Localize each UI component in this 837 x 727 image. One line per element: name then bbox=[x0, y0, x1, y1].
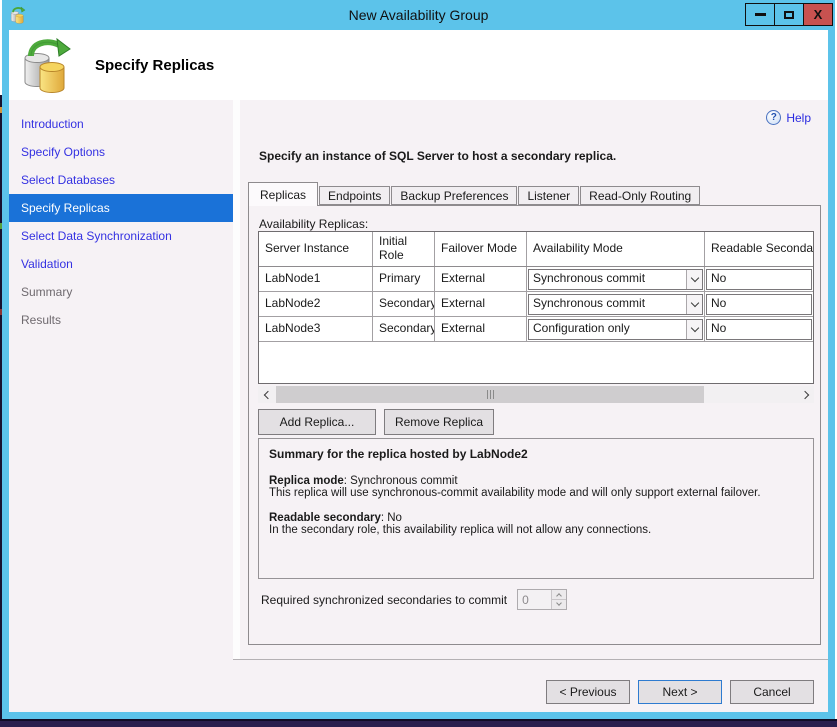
sidebar-item-specify-replicas[interactable]: Specify Replicas bbox=[9, 194, 233, 222]
tab-replicas[interactable]: Replicas bbox=[248, 182, 318, 206]
chevron-down-icon bbox=[556, 600, 562, 606]
cell-initial-role: Secondary bbox=[373, 317, 435, 341]
cell-server-instance: LabNode2 bbox=[259, 292, 373, 316]
chevron-left-icon bbox=[263, 390, 271, 398]
scroll-left-button[interactable] bbox=[258, 386, 275, 403]
replica-summary-box: Summary for the replica hosted by LabNod… bbox=[258, 438, 814, 579]
cell-initial-role: Secondary bbox=[373, 292, 435, 316]
wizard-header: Specify Replicas bbox=[9, 30, 828, 100]
spinner-down-button bbox=[552, 600, 566, 609]
page-title: Specify Replicas bbox=[95, 57, 214, 74]
tab-backup-preferences[interactable]: Backup Preferences bbox=[391, 186, 517, 205]
availability-mode-dropdown[interactable]: Synchronous commit bbox=[528, 269, 703, 290]
chevron-down-icon bbox=[686, 295, 702, 314]
close-button[interactable]: X bbox=[803, 3, 833, 26]
column-header-failover-mode[interactable]: Failover Mode bbox=[435, 232, 527, 266]
minimize-icon bbox=[755, 13, 766, 16]
availability-mode-dropdown[interactable]: Synchronous commit bbox=[528, 294, 703, 315]
availability-mode-dropdown[interactable]: Configuration only bbox=[528, 319, 703, 340]
readable-secondary-dropdown[interactable]: No bbox=[706, 269, 812, 290]
previous-button[interactable]: < Previous bbox=[546, 680, 630, 704]
scrollbar-thumb[interactable] bbox=[276, 386, 704, 403]
wizard-footer: < Previous Next > Cancel bbox=[9, 659, 828, 712]
content-area: ? Help Specify an instance of SQL Server… bbox=[240, 100, 828, 659]
table-row[interactable]: LabNode2 Secondary External Synchronous … bbox=[259, 292, 813, 317]
replica-mode-value: : Synchronous commit bbox=[344, 475, 458, 487]
sidebar-item-validation[interactable]: Validation bbox=[9, 250, 233, 278]
summary-heading: Summary for the replica hosted by LabNod… bbox=[269, 447, 803, 461]
sidebar-item-results: Results bbox=[9, 306, 233, 334]
commit-secondaries-spinner: 0 bbox=[517, 589, 567, 610]
add-replica-button[interactable]: Add Replica... bbox=[258, 409, 376, 435]
sidebar-item-summary: Summary bbox=[9, 278, 233, 306]
table-row[interactable]: LabNode3 Secondary External Configuratio… bbox=[259, 317, 813, 342]
sidebar-item-select-databases[interactable]: Select Databases bbox=[9, 166, 233, 194]
spinner-value: 0 bbox=[518, 590, 551, 609]
chevron-down-icon bbox=[686, 320, 702, 339]
replica-mode-description: This replica will use synchronous-commit… bbox=[269, 487, 803, 499]
availability-replicas-label: Availability Replicas: bbox=[259, 217, 368, 231]
help-icon: ? bbox=[766, 110, 781, 125]
chevron-down-icon bbox=[686, 270, 702, 289]
commit-secondaries-row: Required synchronized secondaries to com… bbox=[261, 589, 567, 610]
titlebar: New Availability Group X bbox=[2, 0, 835, 30]
maximize-button[interactable] bbox=[774, 3, 804, 26]
tab-read-only-routing[interactable]: Read-Only Routing bbox=[580, 186, 700, 205]
cell-initial-role: Primary bbox=[373, 267, 435, 291]
desktop-taskbar-strip bbox=[0, 719, 837, 727]
replica-mode-label: Replica mode bbox=[269, 475, 344, 487]
replicas-tab-panel: Availability Replicas: Server Instance I… bbox=[248, 205, 821, 645]
new-availability-group-window: New Availability Group X Specify Replica… bbox=[2, 0, 835, 719]
sidebar-item-select-data-synchronization[interactable]: Select Data Synchronization bbox=[9, 222, 233, 250]
replicas-grid: Server Instance Initial Role Failover Mo… bbox=[258, 231, 814, 384]
cell-server-instance: LabNode3 bbox=[259, 317, 373, 341]
readable-secondary-dropdown[interactable]: No bbox=[706, 294, 812, 315]
maximize-icon bbox=[784, 11, 794, 19]
footer-separator bbox=[233, 659, 828, 660]
help-label: Help bbox=[786, 111, 811, 125]
cell-failover-mode: External bbox=[435, 267, 527, 291]
sidebar-item-specify-options[interactable]: Specify Options bbox=[9, 138, 233, 166]
column-header-initial-role[interactable]: Initial Role bbox=[373, 232, 435, 266]
minimize-button[interactable] bbox=[745, 3, 775, 26]
cell-failover-mode: External bbox=[435, 317, 527, 341]
cell-failover-mode: External bbox=[435, 292, 527, 316]
availability-group-icon bbox=[21, 36, 73, 94]
column-header-readable-secondary[interactable]: Readable Secondary bbox=[705, 232, 813, 266]
table-row[interactable]: LabNode1 Primary External Synchronous co… bbox=[259, 267, 813, 292]
chevron-right-icon bbox=[800, 390, 808, 398]
spinner-up-button bbox=[552, 590, 566, 600]
sidebar-divider bbox=[233, 100, 240, 659]
remove-replica-button[interactable]: Remove Replica bbox=[384, 409, 494, 435]
cell-server-instance: LabNode1 bbox=[259, 267, 373, 291]
next-button[interactable]: Next > bbox=[638, 680, 722, 704]
window-title: New Availability Group bbox=[2, 0, 835, 30]
help-link[interactable]: ? Help bbox=[766, 110, 811, 125]
readable-secondary-description: In the secondary role, this availability… bbox=[269, 524, 803, 536]
wizard-steps-sidebar: Introduction Specify Options Select Data… bbox=[9, 100, 233, 659]
readable-secondary-label: Readable secondary bbox=[269, 512, 381, 524]
close-icon: X bbox=[814, 7, 823, 22]
scroll-right-button[interactable] bbox=[797, 386, 814, 403]
commit-secondaries-label: Required synchronized secondaries to com… bbox=[261, 593, 507, 607]
readable-secondary-value: : No bbox=[381, 512, 402, 524]
horizontal-scrollbar[interactable] bbox=[258, 386, 814, 403]
sidebar-item-introduction[interactable]: Introduction bbox=[9, 110, 233, 138]
chevron-up-icon bbox=[556, 593, 562, 599]
tab-strip: Replicas Endpoints Backup Preferences Li… bbox=[248, 186, 701, 205]
instruction-text: Specify an instance of SQL Server to hos… bbox=[259, 149, 616, 163]
column-header-availability-mode[interactable]: Availability Mode bbox=[527, 232, 705, 266]
readable-secondary-dropdown[interactable]: No bbox=[706, 319, 812, 340]
tab-endpoints[interactable]: Endpoints bbox=[319, 186, 390, 205]
tab-listener[interactable]: Listener bbox=[518, 186, 579, 205]
column-header-server-instance[interactable]: Server Instance bbox=[259, 232, 373, 266]
grid-header-row: Server Instance Initial Role Failover Mo… bbox=[259, 232, 813, 267]
cancel-button[interactable]: Cancel bbox=[730, 680, 814, 704]
